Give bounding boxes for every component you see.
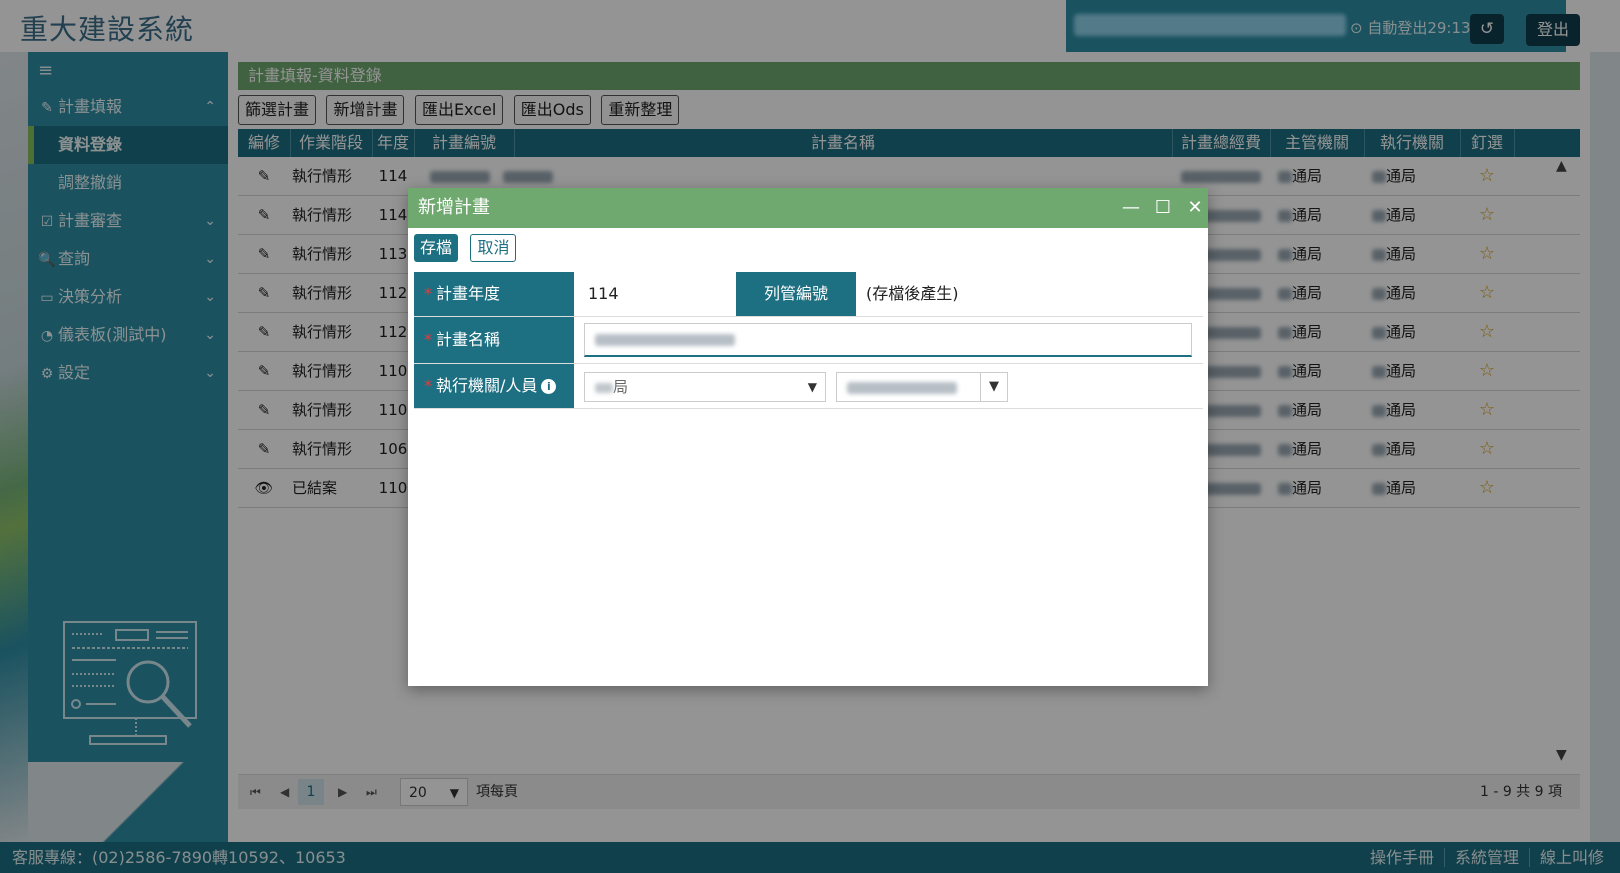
dialog-title: 新增計畫 [418,197,490,218]
exec-org-value: 局 [613,378,629,396]
info-icon[interactable]: i [541,379,557,394]
required-mark: * [424,284,432,303]
required-mark: * [424,376,432,395]
name-label-text: 計畫名稱 [436,330,501,349]
cancel-button[interactable]: 取消 [470,234,517,262]
required-mark: * [424,330,432,349]
org-prefix-redacted [595,382,613,393]
person-redacted [847,381,957,394]
exec-label: * 執行機關/人員 i [414,364,574,408]
dialog-titlebar[interactable]: 新增計畫 — ☐ ✕ [408,188,1208,228]
form-row-exec: * 執行機關/人員 i 局 ▼ ▼ [414,364,1203,409]
control-no-label: 列管編號 [736,272,856,316]
year-value: 114 [588,284,619,303]
form-row-name: * 計畫名稱 [414,317,1203,364]
save-button[interactable]: 存檔 [414,234,459,262]
add-plan-dialog: 新增計畫 — ☐ ✕ 存檔 取消 * 計畫年度 114 列管編號 (存檔後產生) … [408,188,1208,686]
exec-label-text: 執行機關/人員 [436,376,538,395]
exec-org-select[interactable]: 局 ▼ [584,372,826,402]
close-icon[interactable]: ✕ [1184,194,1206,222]
chevron-down-icon: ▼ [807,380,817,394]
exec-person-select[interactable]: ▼ [836,372,1008,402]
control-no-value: (存檔後產生) [866,284,959,303]
chevron-down-icon: ▼ [980,373,1007,401]
maximize-icon[interactable]: ☐ [1152,194,1174,222]
year-label-text: 計畫年度 [436,284,501,303]
plan-name-redacted [595,334,735,346]
name-label: * 計畫名稱 [414,317,574,363]
year-label: * 計畫年度 [414,272,574,316]
plan-form: * 計畫年度 114 列管編號 (存檔後產生) * 計畫名稱 * 執行機關/人員 i 局… [414,272,1203,409]
dialog-actions: 存檔 取消 [414,234,517,262]
form-row-year: * 計畫年度 114 列管編號 (存檔後產生) [414,272,1203,317]
plan-name-input[interactable] [584,323,1192,357]
minimize-icon[interactable]: — [1120,194,1142,222]
